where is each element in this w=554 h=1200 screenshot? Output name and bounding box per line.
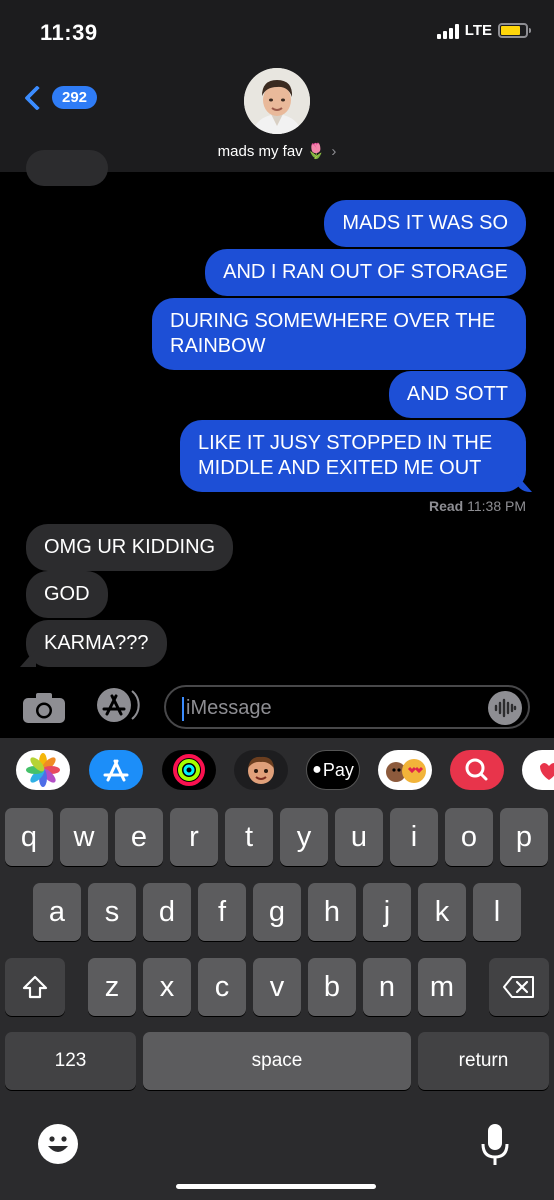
delete-key[interactable] — [489, 958, 549, 1016]
key-l[interactable]: l — [473, 883, 521, 941]
text-cursor — [182, 697, 184, 721]
emoji-keyboard-button[interactable] — [38, 1124, 78, 1164]
key-s[interactable]: s — [88, 883, 136, 941]
numbers-key[interactable]: 123 — [5, 1032, 136, 1090]
navigation-header: 11:39 LTE 292 mads my fav 🌷 › — [0, 0, 554, 172]
message-input[interactable]: iMessage — [164, 685, 530, 729]
app-drawer: ● Pay — [0, 738, 554, 808]
key-b[interactable]: b — [308, 958, 356, 1016]
message-bubble-received[interactable]: OMG UR KIDDING — [26, 524, 234, 571]
message-bubble-received[interactable]: KARMA??? — [26, 620, 167, 667]
photos-app-icon[interactable] — [16, 750, 70, 790]
keyboard-area: ● Pay q w e r t y u i o p a s d f g h j … — [0, 738, 554, 1200]
key-j[interactable]: j — [363, 883, 411, 941]
message-bubble-received-partial[interactable] — [26, 150, 108, 186]
app-store-app-icon[interactable] — [89, 750, 143, 790]
key-w[interactable]: w — [60, 808, 108, 866]
key-f[interactable]: f — [198, 883, 246, 941]
signal-icon — [436, 23, 459, 39]
message-bubble-sent[interactable]: AND I RAN OUT OF STORAGE — [205, 249, 526, 296]
contact-name: mads my fav — [217, 143, 303, 160]
avatar-photo — [244, 68, 310, 134]
contact-avatar[interactable] — [244, 68, 310, 134]
apple-pay-app-icon[interactable]: ● Pay — [306, 750, 360, 790]
key-i[interactable]: i — [390, 808, 438, 866]
camera-icon[interactable] — [22, 692, 66, 724]
key-u[interactable]: u — [335, 808, 383, 866]
key-d[interactable]: d — [143, 883, 191, 941]
key-y[interactable]: y — [280, 808, 328, 866]
key-k[interactable]: k — [418, 883, 466, 941]
read-receipt: Read 11:38 PM — [429, 498, 526, 514]
search-images-app-icon[interactable] — [450, 750, 504, 790]
shift-arrow-icon — [22, 975, 48, 999]
key-m[interactable]: m — [418, 958, 466, 1016]
backspace-icon — [503, 976, 534, 998]
battery-icon — [498, 23, 531, 38]
chevron-left-icon — [24, 84, 50, 111]
audio-message-button[interactable] — [488, 691, 522, 725]
key-c[interactable]: c — [198, 958, 246, 1016]
return-key[interactable]: return — [418, 1032, 549, 1090]
home-indicator[interactable] — [176, 1184, 376, 1189]
chevron-right-icon: › — [331, 143, 337, 160]
message-bubble-sent[interactable]: DURING SOMEWHERE OVER THE RAINBOW — [152, 298, 526, 370]
tulip-emoji: 🌷 — [306, 143, 326, 160]
key-g[interactable]: g — [253, 883, 301, 941]
apple-logo-icon: ● — [312, 761, 322, 778]
message-input-placeholder: iMessage — [186, 697, 272, 719]
smiley-icon — [48, 1136, 68, 1152]
animoji-app-icon[interactable] — [378, 750, 432, 790]
stickers-app-icon[interactable] — [522, 750, 554, 790]
dictation-mic-icon[interactable] — [480, 1122, 510, 1168]
key-e[interactable]: e — [115, 808, 163, 866]
memoji-app-icon[interactable] — [234, 750, 288, 790]
app-store-icon[interactable] — [92, 686, 142, 724]
message-bubble-received[interactable]: GOD — [26, 571, 108, 618]
shift-key[interactable] — [5, 958, 65, 1016]
status-indicators: LTE — [436, 22, 531, 39]
activity-app-icon[interactable] — [162, 750, 216, 790]
network-label: LTE — [464, 22, 492, 39]
key-q[interactable]: q — [5, 808, 53, 866]
compose-bar: iMessage — [0, 680, 554, 736]
key-o[interactable]: o — [445, 808, 493, 866]
waveform-icon — [494, 698, 517, 718]
key-r[interactable]: r — [170, 808, 218, 866]
apple-pay-label: Pay — [322, 759, 354, 780]
key-n[interactable]: n — [363, 958, 411, 1016]
message-bubble-sent[interactable]: MADS IT WAS SO — [324, 200, 526, 247]
key-v[interactable]: v — [253, 958, 301, 1016]
key-x[interactable]: x — [143, 958, 191, 1016]
key-a[interactable]: a — [33, 883, 81, 941]
back-button[interactable]: 292 — [20, 84, 98, 111]
key-t[interactable]: t — [225, 808, 273, 866]
space-key[interactable]: space — [143, 1032, 411, 1090]
read-time: 11:38 PM — [467, 498, 526, 514]
key-z[interactable]: z — [88, 958, 136, 1016]
status-time: 11:39 — [40, 20, 98, 45]
unread-count-badge: 292 — [52, 86, 98, 109]
message-bubble-sent[interactable]: AND SOTT — [388, 371, 526, 418]
read-label: Read — [428, 498, 464, 514]
key-h[interactable]: h — [308, 883, 356, 941]
key-p[interactable]: p — [500, 808, 548, 866]
message-bubble-sent[interactable]: LIKE IT JUSY STOPPED IN THE MIDDLE AND E… — [180, 420, 526, 492]
